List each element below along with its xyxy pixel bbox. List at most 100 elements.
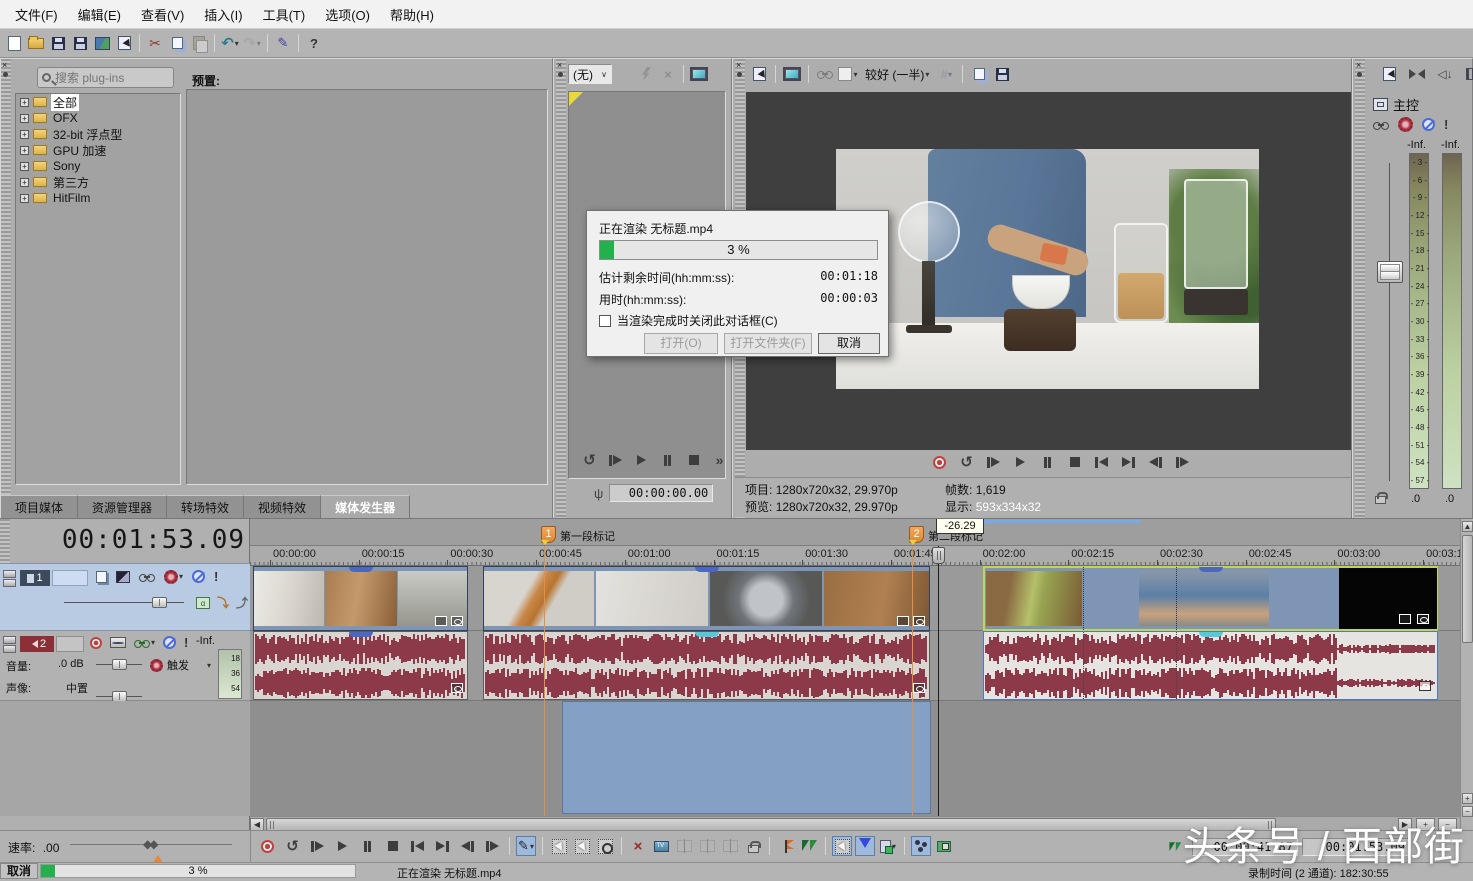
video-output-fx-icon[interactable] (815, 64, 835, 84)
next-frame-button[interactable] (481, 837, 504, 855)
search-input[interactable] (55, 71, 155, 85)
track-fx-icon[interactable] (139, 573, 155, 581)
menu-item-插入(I)[interactable]: 插入(I) (195, 1, 251, 28)
tree-item-第三方[interactable]: +第三方 (16, 174, 180, 190)
tree-item-OFX[interactable]: +OFX (16, 110, 180, 126)
event-fade-handle[interactable] (1199, 567, 1223, 572)
volume-slider[interactable] (96, 660, 142, 670)
go-to-start-button[interactable] (406, 837, 429, 855)
selection-edit-tool-icon[interactable] (549, 836, 569, 856)
play-button[interactable] (331, 837, 354, 855)
enable-snapping-icon[interactable] (832, 836, 852, 856)
external-monitor-icon[interactable] (782, 64, 802, 84)
event-fx-icon[interactable] (913, 616, 925, 626)
project-properties-icon[interactable] (70, 33, 90, 53)
tree-item-HitFilm[interactable]: +HitFilm (16, 190, 180, 206)
auto-ripple-icon[interactable] (855, 836, 875, 856)
pin-pane-icon[interactable] (737, 72, 742, 77)
expand-icon[interactable]: + (20, 178, 29, 187)
master-fader-handle[interactable] (1377, 261, 1403, 283)
bus-mute-icon[interactable] (1422, 118, 1435, 131)
close-pane-icon[interactable]: × (736, 61, 741, 70)
video-event-1[interactable] (253, 566, 468, 631)
insert-marker-icon[interactable] (776, 836, 796, 856)
insert-bus-icon[interactable] (1379, 64, 1399, 84)
stop-button[interactable] (1063, 453, 1086, 471)
delete-icon[interactable]: × (628, 836, 648, 856)
undo-icon[interactable]: ↶▾ (220, 33, 240, 53)
arm-record-icon[interactable] (90, 637, 102, 649)
loop-button[interactable]: ↺ (955, 453, 978, 471)
split-trim-icon[interactable] (674, 836, 694, 856)
save-project-icon[interactable] (48, 33, 68, 53)
insert-region-icon[interactable] (799, 836, 819, 856)
plugin-tree[interactable]: +全部+OFX+32-bit 浮点型+GPU 加速+Sony+第三方+HitFi… (15, 93, 181, 485)
mixer-properties-icon[interactable] (1463, 64, 1473, 84)
open-button[interactable]: 打开(O) (644, 333, 718, 354)
cursor-head[interactable] (932, 547, 945, 564)
external-monitor-icon[interactable] (689, 64, 709, 84)
make-composite-child-icon[interactable]: ⤵ (217, 594, 229, 611)
pane-grip[interactable]: × (556, 59, 566, 519)
tree-item-全部[interactable]: +全部 (16, 94, 180, 110)
render-as-icon[interactable] (92, 33, 112, 53)
open-folder-button[interactable]: 打开文件夹(F) (724, 333, 812, 354)
selection-tool-icon[interactable] (572, 836, 592, 856)
overlays-grid-icon[interactable]: #▾ (936, 64, 956, 84)
close-pane-icon[interactable]: × (557, 61, 562, 70)
go-to-end-button[interactable] (431, 837, 454, 855)
trigger-control[interactable]: 触发 ▾ (150, 657, 211, 673)
event-fx-icon[interactable] (1419, 681, 1431, 691)
track1-mute-icon[interactable] (192, 570, 205, 583)
track-header-2[interactable]: 2 ▾ ! -Inf. 18 36 54 音量: .0 dB 触发 ▾ (0, 631, 250, 701)
cancel-button[interactable]: 取消 (818, 333, 880, 354)
play-from-start-button[interactable] (982, 453, 1005, 471)
video-event-3-selected[interactable] (983, 566, 1438, 631)
scroll-up-icon[interactable]: ▲ (1462, 521, 1473, 532)
pin-pane-icon[interactable] (1357, 72, 1362, 77)
below-tracks-area[interactable] (250, 701, 1460, 816)
video-event-2[interactable] (483, 566, 930, 631)
redo-icon[interactable]: ↷▾ (242, 33, 262, 53)
pane-grip[interactable]: × (1355, 59, 1365, 519)
event-fade-handle[interactable] (695, 567, 719, 572)
stop-button[interactable] (381, 837, 404, 855)
track2-number[interactable]: 2 (20, 636, 54, 652)
pin-pane-icon[interactable] (3, 72, 8, 77)
event-crop-icon[interactable] (1399, 614, 1411, 624)
loop-region-bar[interactable] (985, 520, 1141, 523)
interaction-pen-icon[interactable]: ✎ (273, 33, 293, 53)
menu-item-工具(T)[interactable]: 工具(T) (254, 1, 315, 28)
trimmer-preset-dropdown[interactable]: (无)∨ (568, 64, 612, 84)
tab-项目媒体[interactable]: 项目媒体 (1, 495, 78, 518)
split-trim-left-icon[interactable] (697, 836, 717, 856)
menu-item-编辑(E)[interactable]: 编辑(E) (69, 1, 130, 28)
tab-资源管理器[interactable]: 资源管理器 (78, 495, 167, 518)
split-trim-right-icon[interactable] (720, 836, 740, 856)
loop-button[interactable]: ↺ (281, 837, 304, 855)
plugin-search-box[interactable] (37, 67, 174, 88)
downmix-output-icon[interactable] (1407, 64, 1427, 84)
track1-minimize-buttons[interactable] (3, 570, 16, 588)
vscroll-thumb[interactable] (1462, 535, 1473, 643)
trigger-dropdown-icon[interactable]: ▾ (207, 661, 211, 670)
track1-solo-icon[interactable]: ! (214, 569, 218, 584)
pin-pane-icon[interactable] (558, 72, 563, 77)
menu-item-选项(O)[interactable]: 选项(O) (316, 1, 379, 28)
bus-solo-icon[interactable]: ! (1444, 117, 1448, 132)
copy-snapshot-icon[interactable] (969, 64, 989, 84)
record-button[interactable] (256, 837, 279, 855)
event-fade-handle[interactable] (349, 567, 373, 572)
previous-frame-button[interactable] (456, 837, 479, 855)
ignore-event-grouping-icon[interactable] (911, 836, 931, 856)
expand-icon[interactable]: + (20, 98, 29, 107)
previous-frame-button[interactable] (1144, 453, 1167, 471)
event-fx-icon[interactable] (451, 616, 463, 626)
expand-icon[interactable]: + (20, 162, 29, 171)
menu-item-文件(F)[interactable]: 文件(F) (6, 1, 67, 28)
tree-item-32-bit 浮点型[interactable]: +32-bit 浮点型 (16, 126, 180, 142)
play-from-start-button[interactable] (306, 837, 329, 855)
bus-window-icon[interactable] (1373, 98, 1388, 111)
lock-fader-icon[interactable] (1375, 491, 1386, 507)
lock-event-icon[interactable] (743, 836, 763, 856)
